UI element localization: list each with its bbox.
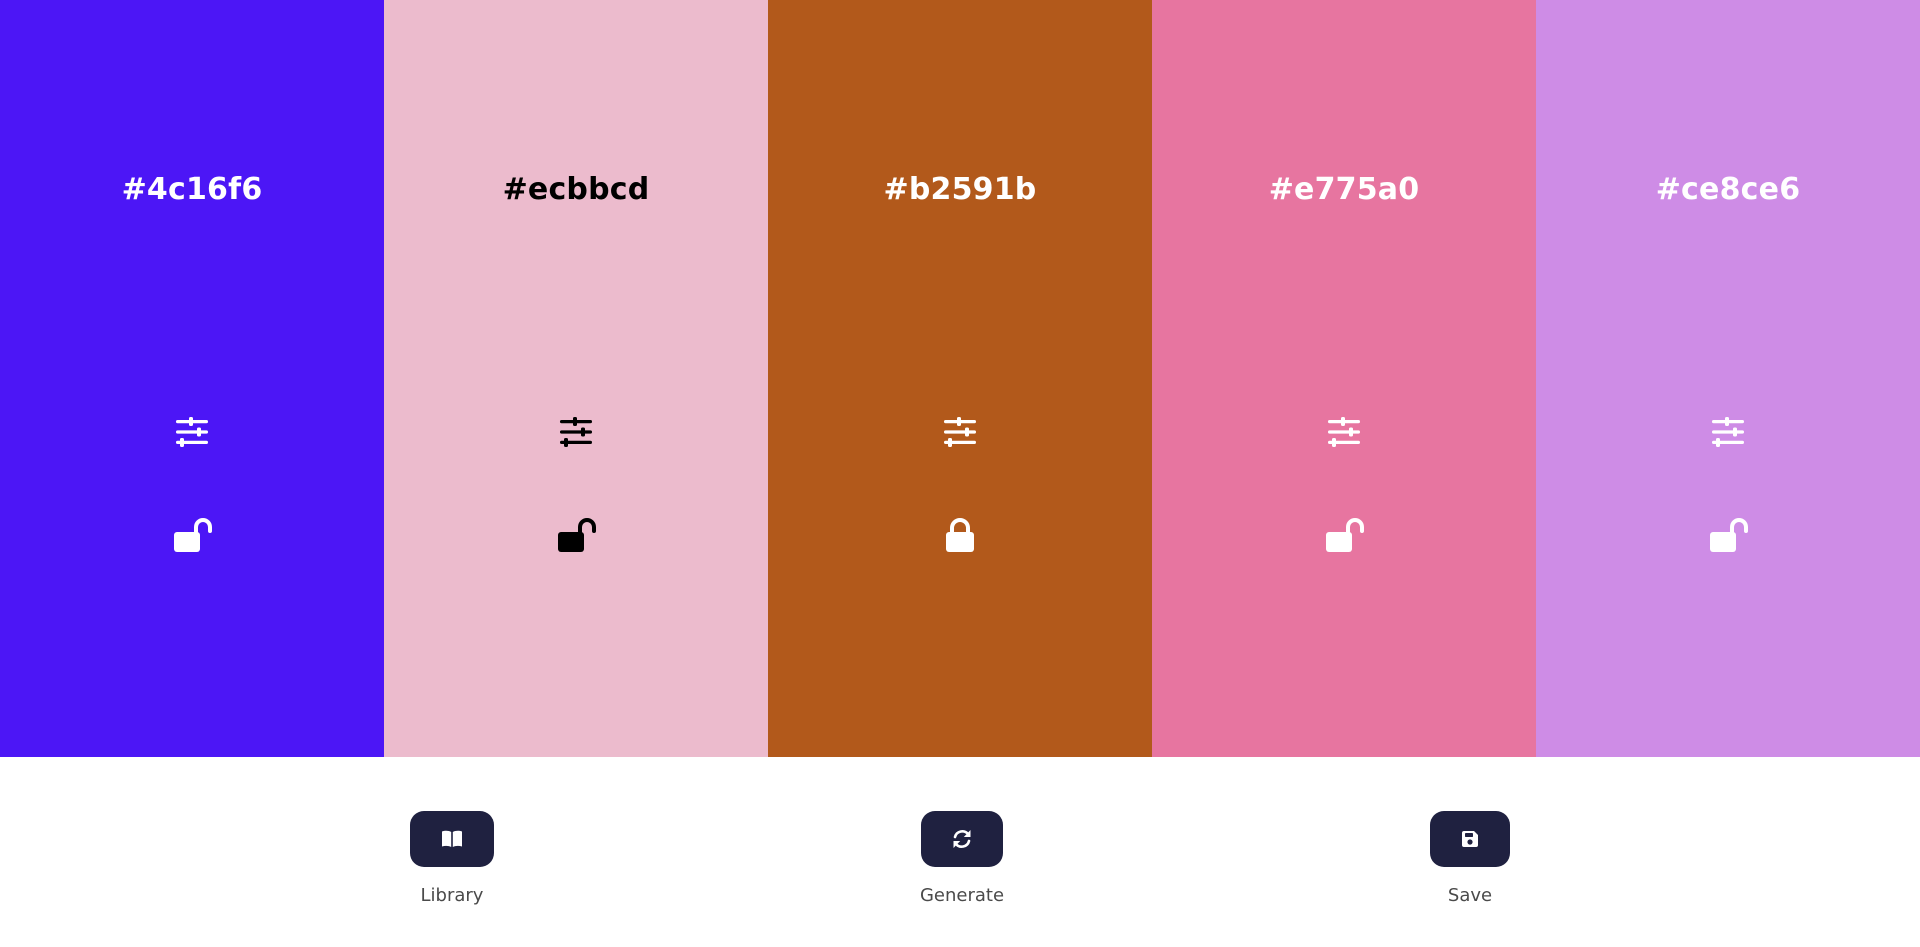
lock-toggle[interactable] <box>554 514 598 558</box>
color-hex-label[interactable]: #ce8ce6 <box>1536 166 1920 214</box>
library-tool: Library <box>382 811 522 906</box>
unlock-icon <box>558 518 596 552</box>
color-swatch-2: #ecbbcd <box>384 0 768 757</box>
sliders-icon <box>1328 417 1360 447</box>
color-swatch-1: #4c16f6 <box>0 0 384 757</box>
floppy-disk-icon <box>1462 831 1478 847</box>
sliders-icon <box>1712 417 1744 447</box>
color-hex-label[interactable]: #4c16f6 <box>0 166 384 214</box>
generate-label: Generate <box>919 885 1005 906</box>
lock-toggle[interactable] <box>1706 514 1750 558</box>
color-hex-label[interactable]: #ecbbcd <box>384 166 768 214</box>
color-hex-label[interactable]: #e775a0 <box>1152 166 1536 214</box>
adjust-button[interactable] <box>554 410 598 454</box>
lock-icon <box>946 518 974 552</box>
generate-tool: Generate <box>892 811 1032 906</box>
sliders-icon <box>560 417 592 447</box>
bottom-toolbar: Library Generate Save <box>0 757 1920 947</box>
sliders-icon <box>944 417 976 447</box>
library-label: Library <box>420 885 484 906</box>
lock-toggle[interactable] <box>170 514 214 558</box>
color-palette: #4c16f6 #ecbbcd #b2591b #e775a0 #ce8ce6 <box>0 0 1920 757</box>
book-open-icon <box>442 830 462 847</box>
unlock-icon <box>174 518 212 552</box>
save-button[interactable] <box>1430 811 1510 867</box>
adjust-button[interactable] <box>1322 410 1366 454</box>
save-label: Save <box>1447 885 1493 906</box>
generate-button[interactable] <box>921 811 1003 867</box>
color-swatch-5: #ce8ce6 <box>1536 0 1920 757</box>
sliders-icon <box>176 417 208 447</box>
adjust-button[interactable] <box>938 410 982 454</box>
unlock-icon <box>1326 518 1364 552</box>
save-tool: Save <box>1400 811 1540 906</box>
color-swatch-4: #e775a0 <box>1152 0 1536 757</box>
color-swatch-3: #b2591b <box>768 0 1152 757</box>
lock-toggle[interactable] <box>1322 514 1366 558</box>
lock-toggle[interactable] <box>938 514 982 558</box>
unlock-icon <box>1710 518 1748 552</box>
color-hex-label[interactable]: #b2591b <box>768 166 1152 214</box>
adjust-button[interactable] <box>1706 410 1750 454</box>
library-button[interactable] <box>410 811 494 867</box>
refresh-icon <box>953 830 971 848</box>
adjust-button[interactable] <box>170 410 214 454</box>
